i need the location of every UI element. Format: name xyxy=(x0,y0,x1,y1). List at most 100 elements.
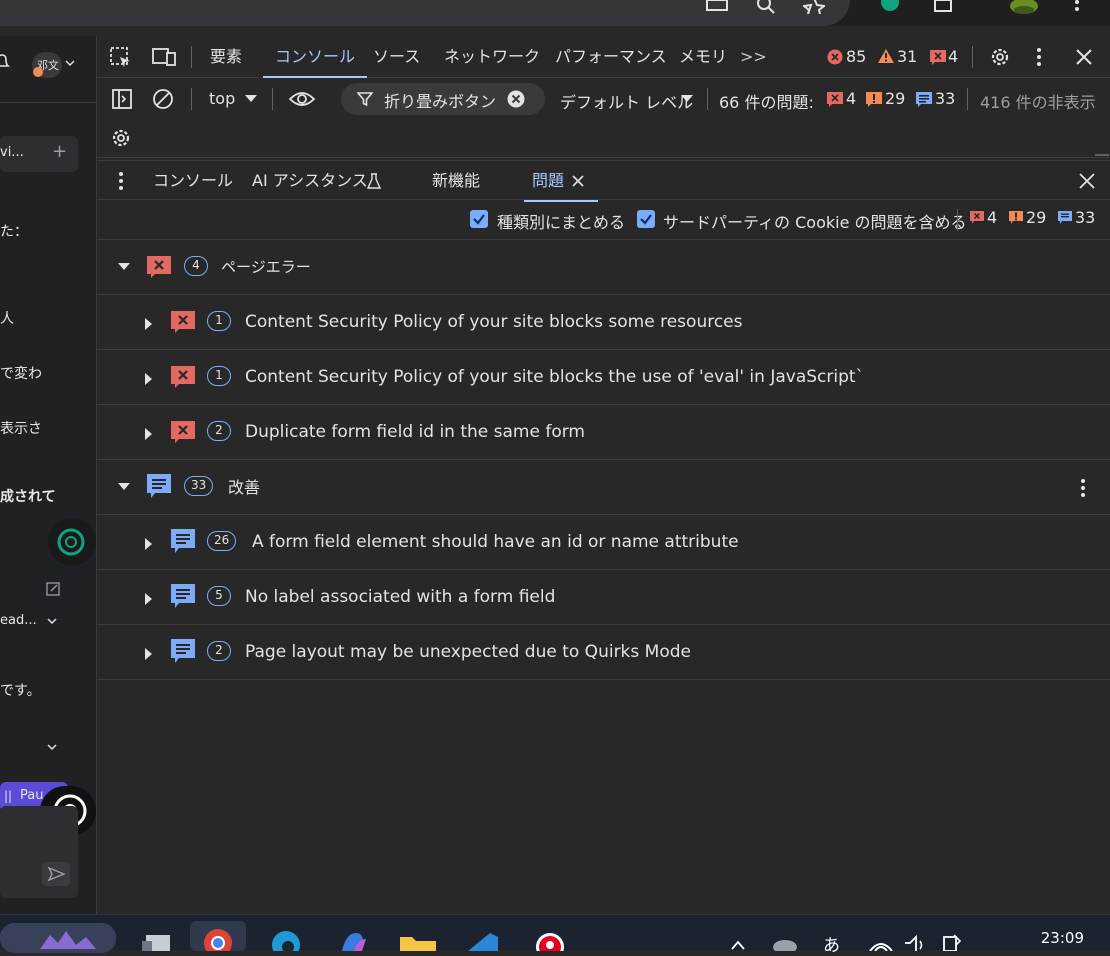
expand-arrow-icon[interactable] xyxy=(145,318,152,330)
tab-elements[interactable]: 要素 xyxy=(210,36,242,78)
chevron-down-icon[interactable] xyxy=(46,742,58,752)
log-level-select[interactable]: デフォルト レベル xyxy=(560,89,693,113)
drawer-resize-handle[interactable] xyxy=(1095,154,1109,156)
drawer-tab-ai-assistance[interactable]: AI アシスタンス xyxy=(252,161,368,201)
dropdown-arrow-icon[interactable] xyxy=(681,95,693,103)
expand-arrow-icon[interactable] xyxy=(118,263,130,270)
group-menu-icon[interactable] xyxy=(1079,478,1087,498)
browser-menu-icon[interactable] xyxy=(1070,0,1084,14)
issue-error-count[interactable]: 4 xyxy=(846,89,856,108)
chatgpt-floating-button[interactable] xyxy=(48,518,96,566)
issue-info-count[interactable]: 33 xyxy=(935,89,955,108)
issue-group-page-errors[interactable]: 4 ページエラー xyxy=(97,240,1110,295)
drawer-menu-icon[interactable] xyxy=(117,171,125,191)
issue-row[interactable]: 26 A form field element should have an i… xyxy=(97,515,1110,570)
filter-input[interactable]: 折り畳みボタン xyxy=(341,83,545,115)
onedrive-icon[interactable] xyxy=(772,935,798,951)
expand-arrow-icon[interactable] xyxy=(145,538,152,550)
plus-icon[interactable]: + xyxy=(52,141,67,162)
issue-group-improvements[interactable]: 33 改善 xyxy=(97,460,1110,515)
system-clock[interactable]: 23:09 xyxy=(1041,929,1084,947)
extensions-icon[interactable] xyxy=(932,0,956,14)
issue-count-badge: 4 xyxy=(184,256,208,276)
issue-count-icon[interactable] xyxy=(929,49,947,65)
device-toolbar-icon[interactable] xyxy=(151,46,177,68)
tab-performance[interactable]: パフォーマンス xyxy=(555,36,667,78)
vscode-icon[interactable] xyxy=(462,931,502,951)
edge-icon[interactable] xyxy=(266,929,306,951)
expand-arrow-icon[interactable] xyxy=(145,373,152,385)
close-tab-icon[interactable] xyxy=(572,175,584,187)
error-count[interactable]: 85 xyxy=(846,36,866,78)
issues-summary-label[interactable]: 66 件の問題: xyxy=(719,89,814,113)
group-by-kind-label[interactable]: 種類別にまとめる xyxy=(497,209,625,233)
chevron-down-icon[interactable] xyxy=(64,58,76,68)
console-settings-icon[interactable] xyxy=(110,127,132,149)
chrome-taskbar-button[interactable] xyxy=(190,921,246,951)
drawer-tab-whats-new[interactable]: 新機能 xyxy=(432,161,480,201)
drawer-tab-console[interactable]: コンソール xyxy=(153,161,233,201)
more-tabs-button[interactable]: >> xyxy=(740,36,767,78)
widgets-button[interactable] xyxy=(0,923,116,953)
error-count-icon[interactable] xyxy=(827,49,843,65)
eye-icon[interactable] xyxy=(288,89,316,109)
tab-console[interactable]: コンソール xyxy=(262,36,368,78)
battery-icon[interactable] xyxy=(940,933,966,951)
close-drawer-icon[interactable] xyxy=(1079,173,1095,189)
hidden-messages-count: 416 件の非表示 xyxy=(980,93,1096,112)
bell-icon[interactable] xyxy=(0,54,10,72)
clear-filter-icon[interactable] xyxy=(507,90,525,108)
console-toolbar: top 折り畳みボタン デフォルト レベル 66 件の問題: 4 29 33 4… xyxy=(97,78,1110,158)
gear-icon[interactable] xyxy=(989,46,1011,68)
issue-row[interactable]: 1 Content Security Policy of your site b… xyxy=(97,350,1110,405)
ime-indicator[interactable]: あ xyxy=(823,931,840,956)
issue-count[interactable]: 4 xyxy=(948,36,958,78)
issue-error-icon xyxy=(969,210,985,224)
issue-row[interactable]: 1 Content Security Policy of your site b… xyxy=(97,295,1110,350)
group-by-kind-checkbox[interactable] xyxy=(470,210,488,228)
clear-console-icon[interactable] xyxy=(152,88,174,110)
text-line: で変わ xyxy=(0,366,42,382)
third-party-cookie-checkbox[interactable] xyxy=(637,210,655,228)
issue-row[interactable]: 2 Page layout may be unexpected due to Q… xyxy=(97,625,1110,680)
third-party-cookie-label[interactable]: サードパーティの Cookie の問題を含める xyxy=(663,209,967,233)
send-button[interactable] xyxy=(42,862,70,886)
expand-arrow-icon[interactable] xyxy=(145,593,152,605)
tab-sources[interactable]: ソース xyxy=(373,36,420,78)
wifi-icon[interactable] xyxy=(868,935,894,951)
search-icon[interactable] xyxy=(755,0,777,14)
chevron-up-icon[interactable] xyxy=(728,937,748,951)
issue-warning-icon[interactable] xyxy=(865,91,883,107)
expand-arrow-icon[interactable] xyxy=(145,648,152,660)
avatar[interactable]: 邓文 xyxy=(32,52,62,78)
volume-icon[interactable] xyxy=(903,935,929,951)
pinterest-icon[interactable] xyxy=(530,929,570,951)
tab-memory[interactable]: メモリ xyxy=(679,36,727,78)
copilot-icon[interactable] xyxy=(332,929,372,951)
chatgpt-extension-icon[interactable] xyxy=(878,0,902,14)
star-icon[interactable] xyxy=(803,0,825,14)
warning-count[interactable]: 31 xyxy=(897,36,917,78)
kebab-menu-icon[interactable] xyxy=(1034,47,1044,67)
expand-arrow-icon[interactable] xyxy=(145,428,152,440)
file-explorer-icon[interactable] xyxy=(398,933,438,951)
tab-network[interactable]: ネットワーク xyxy=(444,36,540,78)
issue-info-icon[interactable] xyxy=(915,91,933,107)
profile-avatar[interactable] xyxy=(1008,0,1040,16)
issue-warning-count[interactable]: 29 xyxy=(885,89,905,108)
app-icon[interactable] xyxy=(140,929,176,951)
warning-count-icon[interactable] xyxy=(877,48,895,64)
chevron-down-icon[interactable] xyxy=(46,616,58,626)
issue-error-icon[interactable] xyxy=(826,91,844,107)
issue-row[interactable]: 5 No label associated with a form field xyxy=(97,570,1110,625)
issue-row[interactable]: 2 Duplicate form field id in the same fo… xyxy=(97,405,1110,460)
expand-arrow-icon[interactable] xyxy=(118,483,130,490)
cast-icon[interactable] xyxy=(705,0,729,14)
divider xyxy=(957,209,958,231)
dropdown-arrow-icon[interactable] xyxy=(245,95,257,103)
sidebar-toggle-icon[interactable] xyxy=(111,88,133,110)
inspect-element-icon[interactable] xyxy=(109,46,133,68)
close-icon[interactable] xyxy=(1075,48,1093,66)
context-select[interactable]: top xyxy=(209,89,235,108)
external-link-icon[interactable] xyxy=(46,582,60,596)
